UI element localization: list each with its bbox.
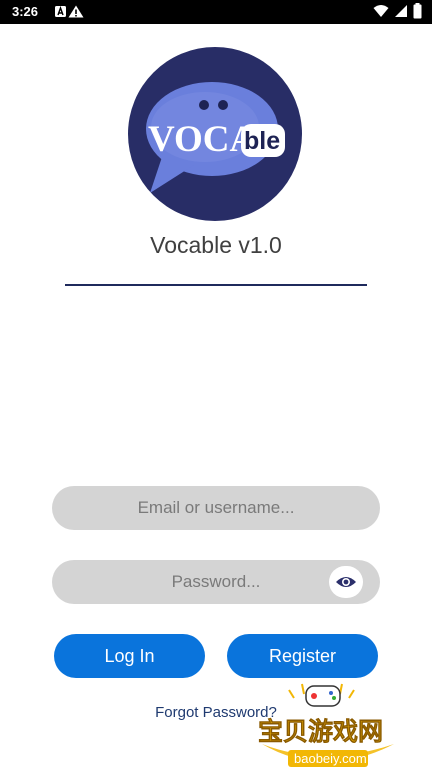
warning-icon bbox=[68, 5, 84, 18]
status-right-icons bbox=[373, 3, 422, 19]
eye-icon bbox=[336, 577, 356, 587]
cell-signal-icon bbox=[395, 5, 407, 17]
watermark-url-text: baobeiy.com bbox=[294, 751, 367, 766]
battery-icon bbox=[413, 3, 422, 19]
status-left-icons bbox=[54, 4, 88, 22]
notification-a-icon bbox=[55, 5, 66, 17]
login-screen: VOCA ble Vocable v1.0 Email or username.… bbox=[0, 24, 432, 768]
logo-text-tag: ble bbox=[244, 127, 280, 155]
app-logo: VOCA ble bbox=[128, 47, 302, 221]
app-title: Vocable v1.0 bbox=[150, 232, 282, 258]
site-watermark: 宝贝游戏网 baobeiy.com bbox=[254, 676, 404, 772]
password-input[interactable]: Password... bbox=[52, 560, 380, 604]
status-time: 3:26 bbox=[12, 4, 39, 19]
status-bar: 3:26 bbox=[0, 0, 432, 24]
show-password-button[interactable] bbox=[329, 566, 363, 598]
wifi-icon bbox=[373, 5, 389, 17]
gamepad-icon bbox=[305, 685, 341, 707]
logo-text-main: VOCA bbox=[148, 119, 256, 160]
register-button[interactable]: Register bbox=[227, 634, 378, 678]
watermark-cn-text: 宝贝游戏网 bbox=[258, 717, 383, 746]
login-button[interactable]: Log In bbox=[54, 634, 205, 678]
title-divider bbox=[65, 284, 367, 286]
email-placeholder: Email or username... bbox=[137, 498, 295, 517]
email-input[interactable]: Email or username... bbox=[52, 486, 380, 530]
password-placeholder: Password... bbox=[171, 572, 261, 591]
